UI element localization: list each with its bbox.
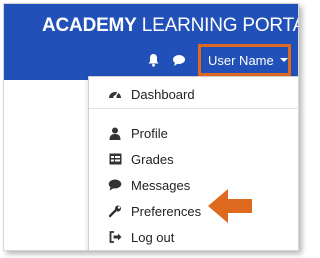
comment-icon — [108, 178, 122, 192]
menu-divider — [89, 108, 298, 109]
menu-item-label: Preferences — [131, 203, 202, 219]
menu-item-preferences[interactable]: Preferences — [89, 200, 298, 222]
dashboard-icon — [108, 87, 122, 101]
sign-out-icon — [108, 230, 122, 244]
brand-bold-text: ACADEMY — [42, 15, 137, 36]
table-icon — [108, 152, 122, 166]
menu-item-label: Profile — [131, 125, 168, 141]
menu-item-logout[interactable]: Log out — [89, 226, 298, 248]
callout-arrow-icon — [208, 189, 252, 223]
menu-item-label: Grades — [131, 151, 174, 167]
menu-item-profile[interactable]: Profile — [89, 122, 298, 144]
menu-item-label: Log out — [131, 229, 175, 245]
chat-icon — [173, 54, 185, 66]
messages-button[interactable] — [170, 51, 188, 69]
notifications-button[interactable] — [144, 51, 162, 69]
brand-light-text: LEARNING PORTAL — [141, 15, 299, 36]
site-brand[interactable]: ACADEMY LEARNING PORTAL — [42, 15, 299, 37]
screenshot-frame: ACADEMY LEARNING PORTAL User Name Dashbo… — [3, 3, 299, 251]
menu-item-grades[interactable]: Grades — [89, 148, 298, 170]
caret-down-icon — [279, 58, 288, 62]
menu-item-dashboard[interactable]: Dashboard — [89, 83, 298, 105]
menu-item-messages[interactable]: Messages — [89, 174, 298, 196]
top-navbar: ACADEMY LEARNING PORTAL User Name — [4, 4, 298, 80]
menu-item-label: Dashboard — [131, 86, 195, 102]
wrench-icon — [108, 204, 122, 218]
bell-icon — [148, 54, 158, 67]
user-menu-toggle[interactable]: User Name — [198, 44, 291, 76]
user-dropdown-menu: Dashboard Profile Grades Messages Prefer… — [88, 76, 298, 250]
user-name-label: User Name — [208, 52, 274, 68]
user-icon — [108, 126, 122, 140]
menu-item-label: Messages — [131, 177, 191, 193]
